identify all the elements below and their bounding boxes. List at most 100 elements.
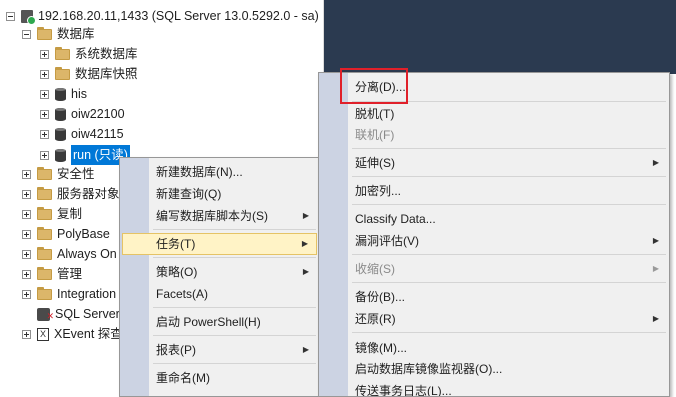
menu-separator (352, 204, 666, 205)
tree-node-db-run[interactable]: run (只读) (40, 145, 130, 165)
collapse-icon[interactable] (22, 29, 31, 39)
tasks-label: 任务(T) (156, 237, 196, 251)
expand-icon[interactable] (22, 209, 31, 219)
policies-label: 策略(O) (156, 265, 198, 279)
security-label: 安全性 (57, 167, 95, 181)
menu-item-backup[interactable]: 备份(B)... (321, 286, 667, 308)
database-icon (55, 107, 66, 121)
menu-separator (352, 176, 666, 177)
snapshots-label: 数据库快照 (75, 67, 138, 81)
db-oiw22100-label: oiw22100 (71, 107, 125, 121)
menu-item-reports[interactable]: 报表(P) ▶ (122, 339, 317, 361)
folder-icon (37, 206, 52, 220)
tree-node-db-oiw22100[interactable]: oiw22100 (40, 104, 125, 124)
chevron-right-icon: ▶ (302, 345, 309, 354)
expand-icon[interactable] (40, 150, 49, 160)
folder-icon (37, 26, 52, 40)
xevent-label: XEvent 探查 (54, 327, 123, 341)
databases-label: 数据库 (57, 27, 95, 41)
database-icon (55, 127, 66, 141)
expand-icon[interactable] (22, 249, 31, 259)
tree-node-databases[interactable]: 数据库 (22, 24, 95, 44)
always-on-label: Always On (57, 247, 117, 261)
menu-item-vulnerability-assessment[interactable]: 漏洞评估(V) ▶ (321, 230, 667, 252)
folder-icon (37, 246, 52, 260)
server-objects-label: 服务器对象 (57, 187, 120, 201)
menu-item-shrink: 收缩(S) ▶ (321, 258, 667, 280)
restore-label: 还原(R) (355, 312, 396, 326)
menu-item-take-offline[interactable]: 脱机(T) (321, 103, 667, 125)
script-database-label: 编写数据库脚本为(S) (156, 209, 268, 223)
database-context-menu: 新建数据库(N)... 新建查询(Q) 编写数据库脚本为(S) ▶ 任务(T) … (119, 157, 320, 397)
menu-item-encrypt-columns[interactable]: 加密列... (321, 180, 667, 202)
tree-node-server-objects[interactable]: 服务器对象 (22, 184, 120, 204)
tree-node-security[interactable]: 安全性 (22, 164, 95, 184)
menu-item-script-database[interactable]: 编写数据库脚本为(S) ▶ (122, 205, 317, 227)
expand-icon[interactable] (22, 269, 31, 279)
menu-item-new-query[interactable]: 新建查询(Q) (122, 183, 317, 205)
tree-node-integration[interactable]: Integration (22, 284, 116, 304)
chevron-right-icon: ▶ (301, 239, 308, 248)
tree-node-db-his[interactable]: his (40, 84, 87, 104)
chevron-right-icon: ▶ (302, 211, 309, 220)
expand-icon[interactable] (22, 229, 31, 239)
menu-item-policies[interactable]: 策略(O) ▶ (122, 261, 317, 283)
collapse-icon[interactable] (6, 11, 15, 21)
integration-label: Integration (57, 287, 117, 301)
expand-icon[interactable] (40, 49, 49, 59)
menu-item-new-database[interactable]: 新建数据库(N)... (122, 161, 317, 183)
menu-item-bring-online: 联机(F) (355, 128, 395, 142)
tree-node-management[interactable]: 管理 (22, 264, 82, 284)
db-his-label: his (71, 87, 87, 101)
tree-node-system-dbs[interactable]: 系统数据库 (40, 44, 138, 64)
sql-agent-icon (37, 306, 54, 326)
highlight-callout (340, 68, 408, 104)
menu-item-tasks[interactable]: 任务(T) ▶ (122, 233, 317, 255)
shrink-label: 收缩(S) (355, 262, 395, 276)
vulnerability-label: 漏洞评估(V) (355, 234, 419, 248)
expand-icon[interactable] (40, 109, 49, 119)
expand-icon[interactable] (40, 89, 49, 99)
menu-separator (153, 307, 316, 308)
menu-item-rename[interactable]: 重命名(M) (122, 367, 317, 389)
menu-item-log-shipping[interactable]: 传送事务日志(L)... (321, 380, 667, 396)
expand-icon[interactable] (40, 129, 49, 139)
chevron-right-icon: ▶ (652, 314, 659, 323)
menu-item-powershell[interactable]: 启动 PowerShell(H) (122, 311, 317, 333)
menu-separator (153, 257, 316, 258)
tree-node-polybase[interactable]: PolyBase (22, 224, 110, 244)
folder-icon (37, 166, 52, 180)
database-readonly-icon (55, 148, 66, 162)
tree-node-replication[interactable]: 复制 (22, 204, 82, 224)
database-icon (55, 87, 66, 101)
tree-node-xevent[interactable]: X XEvent 探查 (22, 324, 123, 344)
menu-separator (153, 229, 316, 230)
tree-node-sql-agent[interactable]: SQL Server (22, 304, 120, 326)
menu-item-classify-data[interactable]: Classify Data... (321, 208, 667, 230)
menu-item-restore[interactable]: 还原(R) ▶ (321, 308, 667, 330)
folder-icon (37, 186, 52, 200)
expand-icon[interactable] (22, 329, 31, 339)
menu-item-mirror-monitor[interactable]: 启动数据库镜像监视器(O)... (321, 358, 667, 380)
sql-agent-label: SQL Server (55, 307, 120, 321)
management-label: 管理 (57, 267, 83, 281)
expand-icon[interactable] (22, 189, 31, 199)
menu-item-mirror[interactable]: 镜像(M)... (321, 337, 667, 359)
tasks-submenu: 分离(D)... 脱机(T) 联机(F) 延伸(S) ▶ 加密列... Clas… (318, 72, 670, 397)
server-label: 192.168.20.11,1433 (SQL Server 13.0.5292… (38, 9, 319, 23)
chevron-right-icon: ▶ (652, 264, 659, 273)
menu-item-facets[interactable]: Facets(A) (122, 283, 317, 305)
menu-separator (153, 363, 316, 364)
tree-node-db-oiw42115[interactable]: oiw42115 (40, 124, 124, 144)
expand-icon[interactable] (22, 169, 31, 179)
xevent-icon: X (37, 327, 49, 341)
db-oiw42115-label: oiw42115 (71, 127, 124, 141)
tree-node-snapshots[interactable]: 数据库快照 (40, 64, 138, 84)
tree-node-always-on[interactable]: Always On (22, 244, 117, 264)
chevron-right-icon: ▶ (302, 267, 309, 276)
expand-icon[interactable] (22, 289, 31, 299)
chevron-right-icon: ▶ (652, 236, 659, 245)
menu-item-stretch[interactable]: 延伸(S) ▶ (321, 152, 667, 174)
expand-icon[interactable] (40, 69, 49, 79)
tree-node-server[interactable]: 192.168.20.11,1433 (SQL Server 13.0.5292… (6, 6, 319, 26)
